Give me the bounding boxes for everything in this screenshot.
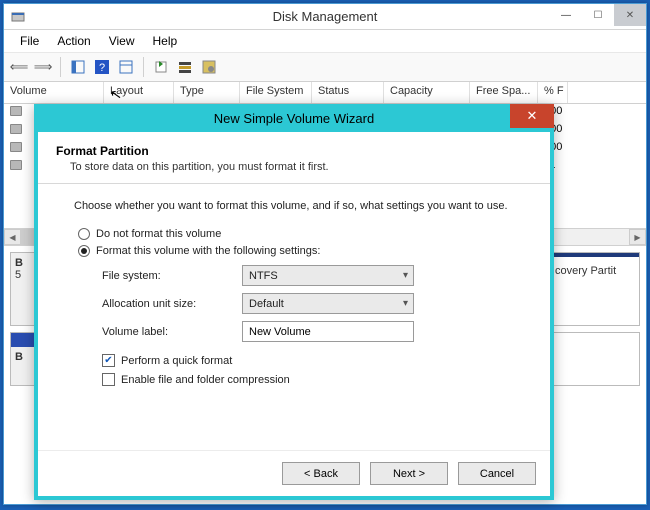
scroll-right-icon[interactable]: ▶ xyxy=(629,229,646,245)
radio-icon[interactable] xyxy=(78,245,90,257)
menu-view[interactable]: View xyxy=(101,32,143,50)
view-icon[interactable] xyxy=(117,58,135,76)
col-filesystem[interactable]: File System xyxy=(240,82,312,103)
new-simple-volume-wizard: New Simple Volume Wizard ✕ Format Partit… xyxy=(34,104,554,500)
separator xyxy=(60,57,61,77)
wizard-body: Choose whether you want to format this v… xyxy=(38,184,550,450)
wizard-intro-text: Choose whether you want to format this v… xyxy=(74,200,526,212)
back-button[interactable]: < Back xyxy=(282,462,360,485)
col-status[interactable]: Status xyxy=(312,82,384,103)
volume-icon xyxy=(10,160,22,170)
menu-help[interactable]: Help xyxy=(145,32,186,50)
volume-icon xyxy=(10,124,22,134)
col-capacity[interactable]: Capacity xyxy=(384,82,470,103)
svg-text:?: ? xyxy=(99,62,105,74)
radio-label: Format this volume with the following se… xyxy=(96,245,320,257)
wizard-title: New Simple Volume Wizard xyxy=(214,111,374,126)
file-system-combobox[interactable]: NTFS xyxy=(242,265,414,286)
col-percent-free[interactable]: % F xyxy=(538,82,568,103)
checkbox-icon[interactable] xyxy=(102,354,115,367)
wizard-footer: < Back Next > Cancel xyxy=(38,450,550,496)
radio-do-not-format[interactable]: Do not format this volume xyxy=(78,228,526,240)
menu-action[interactable]: Action xyxy=(49,32,98,50)
radio-format-with-settings[interactable]: Format this volume with the following se… xyxy=(78,245,526,257)
checkbox-label: Perform a quick format xyxy=(121,355,232,367)
radio-icon[interactable] xyxy=(78,228,90,240)
forward-icon[interactable]: ⟹ xyxy=(34,58,52,76)
menu-bar: File Action View Help xyxy=(4,30,646,52)
panel-icon[interactable] xyxy=(69,58,87,76)
window-title: Disk Management xyxy=(273,9,378,24)
close-button[interactable]: ✕ xyxy=(614,4,646,26)
volume-icon xyxy=(10,106,22,116)
refresh-icon[interactable] xyxy=(152,58,170,76)
toolbar: ⟸ ⟹ ? xyxy=(4,52,646,82)
titlebar[interactable]: Disk Management — ☐ ✕ xyxy=(4,4,646,30)
wizard-heading: Format Partition xyxy=(56,144,532,158)
col-volume[interactable]: Volume xyxy=(4,82,104,103)
quick-format-checkbox[interactable]: Perform a quick format xyxy=(102,354,526,367)
format-settings: File system: NTFS Allocation unit size: … xyxy=(102,265,526,386)
allocation-unit-combobox[interactable]: Default xyxy=(242,293,414,314)
allocation-unit-label: Allocation unit size: xyxy=(102,298,242,310)
col-type[interactable]: Type xyxy=(174,82,240,103)
list-icon[interactable] xyxy=(176,58,194,76)
help-icon[interactable]: ? xyxy=(93,58,111,76)
volume-list-header: Volume Layout Type File System Status Ca… xyxy=(4,82,646,104)
menu-file[interactable]: File xyxy=(12,32,47,50)
wizard-close-button[interactable]: ✕ xyxy=(510,104,554,128)
scroll-left-icon[interactable]: ◀ xyxy=(4,229,21,245)
col-layout[interactable]: Layout xyxy=(104,82,174,103)
settings-icon[interactable] xyxy=(200,58,218,76)
next-button[interactable]: Next > xyxy=(370,462,448,485)
checkbox-icon[interactable] xyxy=(102,373,115,386)
radio-label: Do not format this volume xyxy=(96,228,221,240)
minimize-button[interactable]: — xyxy=(550,4,582,26)
separator xyxy=(143,57,144,77)
cancel-button[interactable]: Cancel xyxy=(458,462,536,485)
wizard-subheading: To store data on this partition, you mus… xyxy=(56,161,532,173)
volume-label-label: Volume label: xyxy=(102,326,242,338)
back-icon[interactable]: ⟸ xyxy=(10,58,28,76)
col-free[interactable]: Free Spa... xyxy=(470,82,538,103)
wizard-header: Format Partition To store data on this p… xyxy=(38,132,550,184)
partition-recovery[interactable]: covery Partit xyxy=(551,253,639,325)
file-system-label: File system: xyxy=(102,270,242,282)
compression-checkbox[interactable]: Enable file and folder compression xyxy=(102,373,526,386)
wizard-titlebar[interactable]: New Simple Volume Wizard ✕ xyxy=(34,104,554,132)
maximize-button[interactable]: ☐ xyxy=(582,4,614,26)
app-icon xyxy=(10,9,26,25)
volume-icon xyxy=(10,142,22,152)
checkbox-label: Enable file and folder compression xyxy=(121,374,290,386)
window-controls: — ☐ ✕ xyxy=(550,4,646,26)
volume-label-input[interactable] xyxy=(242,321,414,342)
